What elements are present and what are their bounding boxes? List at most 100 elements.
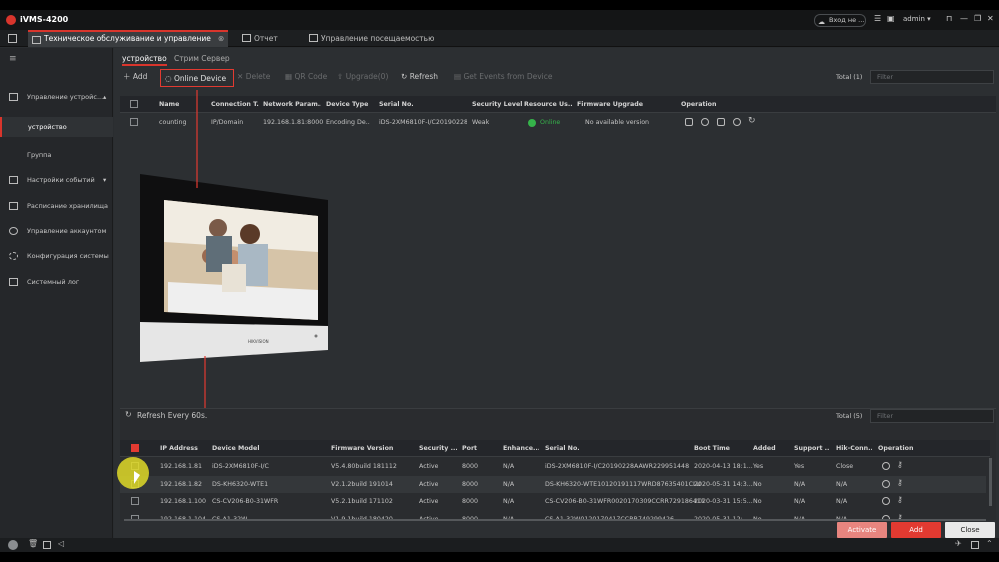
col-port[interactable]: Port [462,440,477,457]
edit-icon[interactable] [685,118,693,126]
online-status-icon [528,119,536,127]
sidebar-item-storage-schedule[interactable]: Расписание хранилища [0,197,113,215]
col-network-params[interactable]: Network Param... [263,96,321,113]
restore-icon[interactable]: ❐ [974,14,981,23]
panel-icon[interactable] [43,541,51,549]
qr-code-button[interactable]: ▦ QR Code [285,68,327,86]
tab-close-icon[interactable]: ⊗ [218,32,224,46]
add-button[interactable]: Add [891,522,941,538]
col-enhanced[interactable]: Enhance... [503,440,539,457]
device-filter-input[interactable]: Filter [870,70,994,84]
minimize-icon[interactable]: — [960,14,968,23]
refresh-icon[interactable]: ↻ [125,410,132,419]
online-device-label: Online Device [173,74,227,83]
close-button[interactable]: Close [945,522,995,538]
collapse-menu-icon[interactable]: ≡ [9,54,17,64]
col-security-level[interactable]: Security Level [472,96,522,113]
col-operation[interactable]: Operation [878,440,913,457]
alarm-icon[interactable] [8,540,18,550]
refresh-icon[interactable]: ↻ [748,116,756,126]
user-menu[interactable]: admin ▾ [903,15,931,23]
col-ip-address[interactable]: IP Address [160,440,198,457]
col-hik-connect[interactable]: Hik-Conn... [836,440,872,457]
row-boot-time: 2020-05-31 14:3... [694,480,753,488]
key-icon[interactable]: ⚷ [897,460,903,469]
online-device-icon: ◌ [165,74,172,83]
table-row[interactable]: counting IP/Domain 192.168.1.81:8000 Enc… [120,114,996,131]
col-support[interactable]: Support ... [794,440,830,457]
online-total-count: Total (5) [836,412,863,420]
attendance-tab-icon [309,34,318,42]
table-row[interactable]: 192.168.1.81 iDS-2XM6810F-I/C V5.4.80build… [120,458,986,475]
pin-icon[interactable]: ✈ [955,539,962,548]
refresh-interval-label: Refresh Every 60s. [137,411,208,420]
col-operation[interactable]: Operation [681,96,716,113]
list-icon[interactable]: ☰ [874,14,881,23]
add-device-button[interactable]: ＋ Add [123,68,147,86]
sidebar-item-system-configuration[interactable]: Конфигурация системы [0,247,113,265]
gear-icon [9,252,18,260]
tab-attendance[interactable]: Управление посещаемостью [305,30,455,47]
select-all-checkbox[interactable] [131,444,139,452]
app-window: iVMS-4200 ☁ Вход не ... ☰ ▣ admin ▾ ⊓ — … [0,10,999,552]
tab-report[interactable]: Отчет [238,30,298,47]
sidebar-item-account-management[interactable]: Управление аккаунтом [0,222,113,240]
image-icon[interactable]: ▣ [887,14,895,23]
table-row[interactable]: 192.168.1.100 CS-CV206-B0-31WFR V5.2.1buil… [120,493,986,510]
globe-icon[interactable] [882,462,890,470]
table-row[interactable]: 192.168.1.82 DS-KH6320-WTE1 V2.1.2build 19… [120,475,986,493]
col-firmware-version[interactable]: Firmware Version [331,440,393,457]
row-firmware-version: V5.2.1build 171102 [331,498,393,505]
col-serial-no[interactable]: Serial No. [379,96,414,113]
col-serial-no[interactable]: Serial No. [545,440,580,457]
upgrade-button[interactable]: ⇧ Upgrade(0) [337,68,388,86]
login-status-button[interactable]: ☁ Вход не ... [814,14,866,27]
sidebar-item-device[interactable]: устройство [0,117,113,137]
globe-icon[interactable] [882,497,890,505]
sidebar-item-group[interactable]: Группа [0,146,113,164]
remote-config-icon[interactable] [717,118,725,126]
expand-icon[interactable]: ⌃ [986,539,993,548]
col-device-model[interactable]: Device Model [212,440,260,457]
subtab-stream-server[interactable]: Стрим Сервер [174,52,230,66]
horizontal-scrollbar[interactable] [124,519,986,521]
refresh-button[interactable]: ↻ Refresh [401,68,438,86]
col-boot-time[interactable]: Boot Time [694,440,730,457]
globe-icon[interactable] [882,479,890,488]
qr-code-label: QR Code [294,72,328,81]
upgrade-label: Upgrade(0) [345,72,389,81]
trash-icon[interactable]: 🗑 [28,539,38,548]
row-checkbox[interactable] [131,497,139,505]
sidebar-item-device-management[interactable]: Управление устройс... ▴ [0,88,113,106]
lock-icon[interactable]: ⊓ [946,14,952,23]
tab-maintenance[interactable]: Техническое обслуживание и управление ⊗ [28,30,228,47]
key-icon[interactable]: ⚷ [897,495,903,504]
online-device-button[interactable]: ◌ Online Device [160,69,234,87]
row-checkbox[interactable] [130,118,138,126]
sidebar-item-event-settings[interactable]: Настройки событий ▾ [0,171,113,189]
col-device-type[interactable]: Device Type [326,96,370,113]
online-filter-input[interactable]: Filter [870,409,994,423]
key-icon[interactable]: ⚷ [897,478,903,487]
settings-icon[interactable] [701,118,709,126]
col-resource-usage[interactable]: Resource Us... [524,96,572,113]
user-icon[interactable] [733,118,741,126]
window-icon[interactable] [971,541,979,549]
mute-icon[interactable]: ◁ [58,539,64,548]
subtab-device[interactable]: устройство [122,52,167,66]
refresh-label: Refresh [409,72,439,81]
grid-menu-icon[interactable] [8,34,17,43]
col-firmware-upgrade[interactable]: Firmware Upgrade [577,96,643,113]
sidebar-item-system-log[interactable]: Системный лог [0,273,113,291]
get-events-button[interactable]: ▤ Get Events from Device [454,68,553,86]
close-icon[interactable]: ✕ [987,14,994,23]
delete-button[interactable]: ✕ Delete [237,68,270,86]
col-name[interactable]: Name [159,96,179,113]
select-all-checkbox[interactable] [130,100,138,108]
vertical-scrollbar[interactable] [989,458,992,506]
activate-button[interactable]: Activate [837,522,887,538]
col-security[interactable]: Security ... [419,440,457,457]
col-added[interactable]: Added [753,440,776,457]
device-network-params: 192.168.1.81:8000 [263,119,324,126]
col-connection-type[interactable]: Connection T... [211,96,259,113]
